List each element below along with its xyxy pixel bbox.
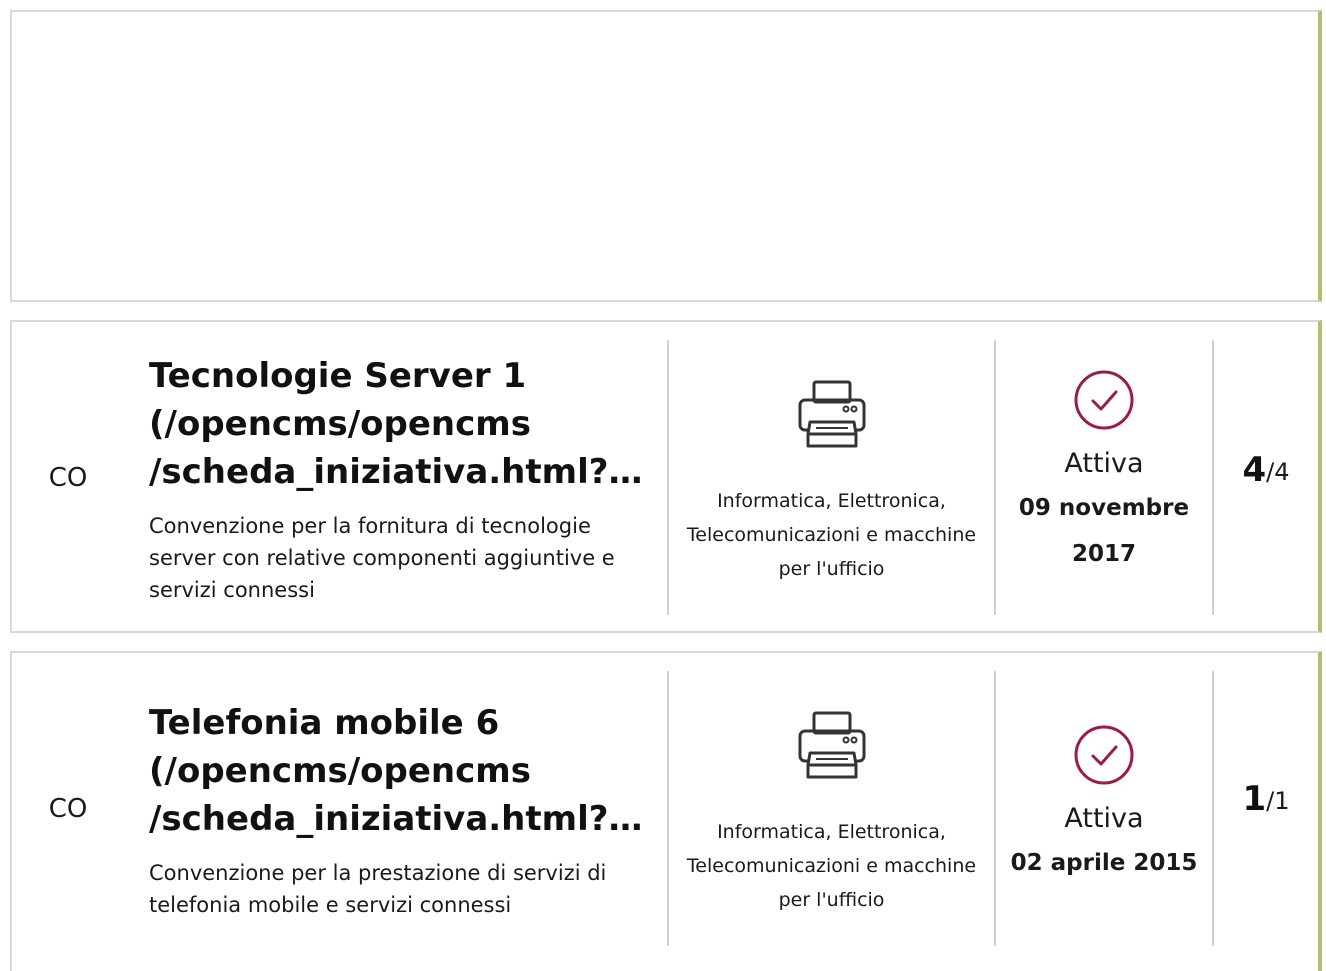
printer-icon (798, 380, 865, 448)
initiative-title-block: Telefonia mobile 6 (/opencms/opencms /sc… (149, 671, 667, 946)
category-label: Informatica, Elettronica, Telecomunicazi… (686, 490, 977, 580)
check-circle-icon (1074, 725, 1134, 785)
title-line: Telefonia mobile 6 (149, 703, 500, 743)
status-block: Attiva 02 aprile 2015 (996, 671, 1212, 946)
status-date: 09 novembre 2017 (1018, 495, 1190, 567)
check-circle-icon (1074, 370, 1134, 430)
title-line: /scheda_iniziativa.html?id... (149, 799, 647, 839)
initiative-code: CO (48, 793, 88, 824)
initiative-row: CO Tecnologie Server 1 (/opencms/opencms… (12, 340, 1318, 615)
initiative-card: CO Telefonia mobile 6 (/opencms/opencms … (10, 651, 1322, 971)
initiative-description: Convenzione per la fornitura di tecnolog… (149, 514, 615, 602)
empty-card (10, 10, 1322, 302)
initiative-title-block: Tecnologie Server 1 (/opencms/opencms /s… (149, 340, 667, 615)
printer-icon (798, 711, 865, 779)
lots-active: 1 (1242, 779, 1267, 819)
title-line: (/opencms/opencms (149, 404, 531, 444)
initiative-title-link[interactable]: Telefonia mobile 6 (/opencms/opencms /sc… (149, 699, 647, 843)
title-line: Tecnologie Server 1 (149, 356, 527, 396)
initiative-title-link[interactable]: Tecnologie Server 1 (/opencms/opencms /s… (149, 352, 647, 496)
initiative-code: CO (48, 462, 88, 493)
status-badge: Attiva (1064, 448, 1144, 479)
status-block: Attiva 09 novembre 2017 (996, 340, 1212, 615)
category-label: Informatica, Elettronica, Telecomunicazi… (686, 821, 977, 911)
category-block: Informatica, Elettronica, Telecomunicazi… (669, 340, 994, 615)
lots-count: 4 /4 (1214, 340, 1318, 615)
title-line: (/opencms/opencms (149, 751, 531, 791)
initiative-description: Convenzione per la prestazione di serviz… (149, 861, 607, 917)
lots-total: /4 (1266, 458, 1290, 486)
lots-count: 1 /1 (1214, 671, 1318, 946)
initiative-row: CO Telefonia mobile 6 (/opencms/opencms … (12, 671, 1318, 946)
title-line: /scheda_iniziativa.html?id... (149, 452, 647, 492)
status-date: 02 aprile 2015 (1010, 850, 1198, 876)
lots-active: 4 (1242, 450, 1267, 490)
lots-total: /1 (1266, 787, 1290, 815)
status-badge: Attiva (1064, 803, 1144, 834)
category-block: Informatica, Elettronica, Telecomunicazi… (669, 671, 994, 946)
initiative-card: CO Tecnologie Server 1 (/opencms/opencms… (10, 320, 1322, 633)
